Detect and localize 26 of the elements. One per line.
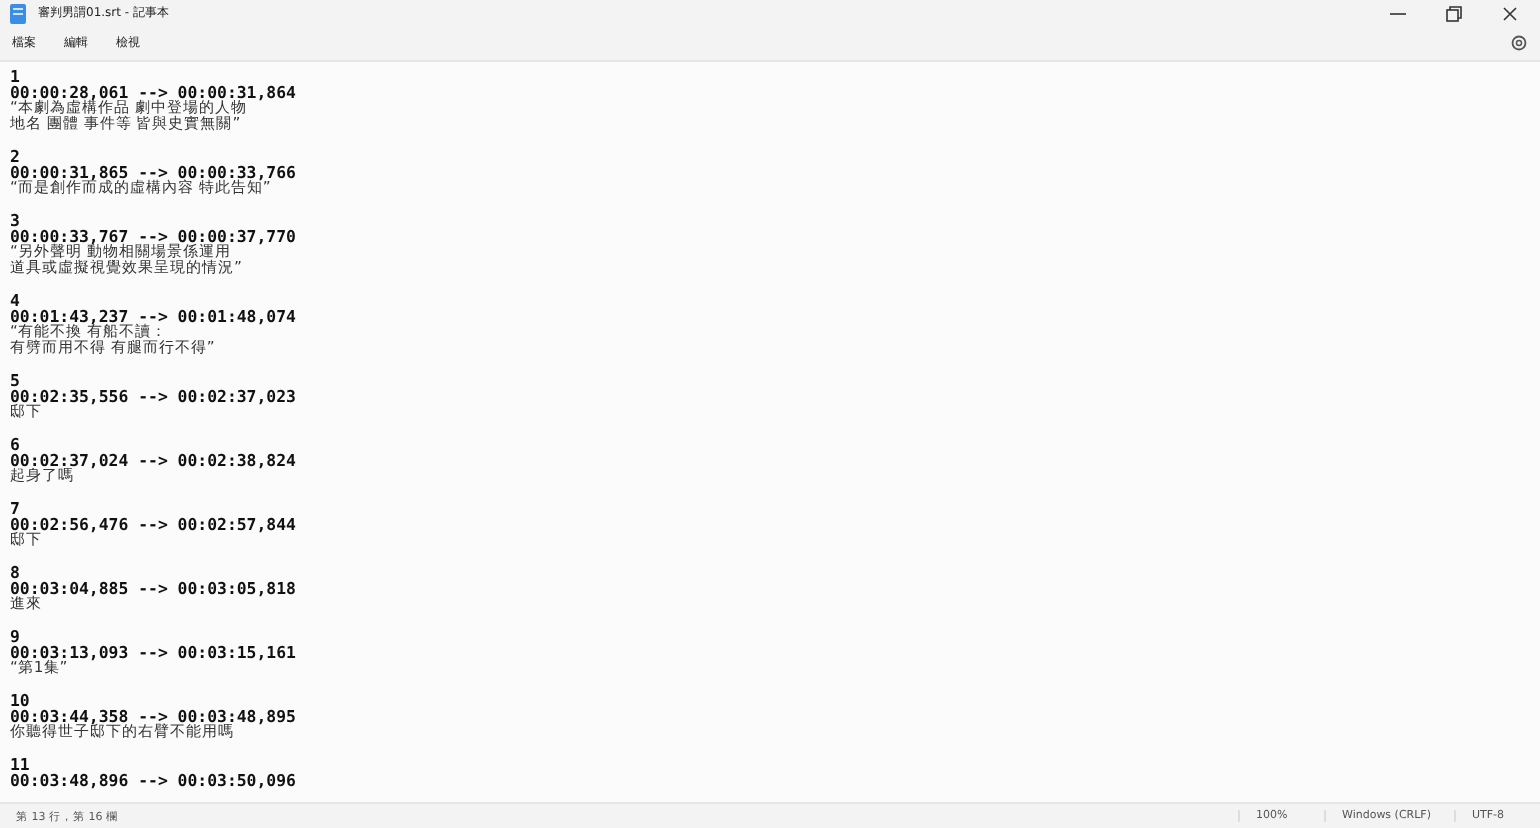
subtitle-number: 6 — [10, 436, 20, 452]
subtitle-number: 1 — [10, 68, 20, 84]
restore-icon[interactable] — [1444, 3, 1464, 23]
subtitle-timecode: 00:03:48,896 --> 00:03:50,096 — [10, 772, 298, 788]
subtitle-timecode: 00:01:43,237 --> 00:01:48,074 — [10, 308, 298, 324]
subtitle-timecode: 00:03:44,358 --> 00:03:48,895 — [10, 708, 298, 724]
subtitle-timecode: 00:02:37,024 --> 00:02:38,824 — [10, 452, 298, 468]
subtitle-number: 10 — [10, 692, 30, 708]
close-icon[interactable] — [1500, 3, 1520, 23]
subtitle-timecode: 00:02:35,556 --> 00:02:37,023 — [10, 388, 298, 404]
subtitle-number: 9 — [10, 628, 20, 644]
subtitle-timecode: 00:00:33,767 --> 00:00:37,770 — [10, 228, 298, 244]
settings-icon[interactable] — [1510, 34, 1528, 52]
subtitle-timecode: 00:02:56,476 --> 00:02:57,844 — [10, 516, 298, 532]
subtitle-number: 8 — [10, 564, 20, 580]
subtitle-number: 7 — [10, 500, 20, 516]
notepad-icon — [10, 3, 26, 23]
subtitle-number: 11 — [10, 756, 30, 772]
subtitle-number: 2 — [10, 148, 20, 164]
subtitle-number: 3 — [10, 212, 20, 228]
subtitle-timecode: 00:03:04,885 --> 00:03:05,818 — [10, 580, 298, 596]
subtitle-timecode: 00:00:28,061 --> 00:00:31,864 — [10, 84, 298, 100]
subtitle-number: 4 — [10, 292, 20, 308]
subtitle-timecode: 00:00:31,865 --> 00:00:33,766 — [10, 164, 298, 180]
subtitle-timecode: 00:03:13,093 --> 00:03:15,161 — [10, 644, 298, 660]
subtitle-number: 5 — [10, 372, 20, 388]
